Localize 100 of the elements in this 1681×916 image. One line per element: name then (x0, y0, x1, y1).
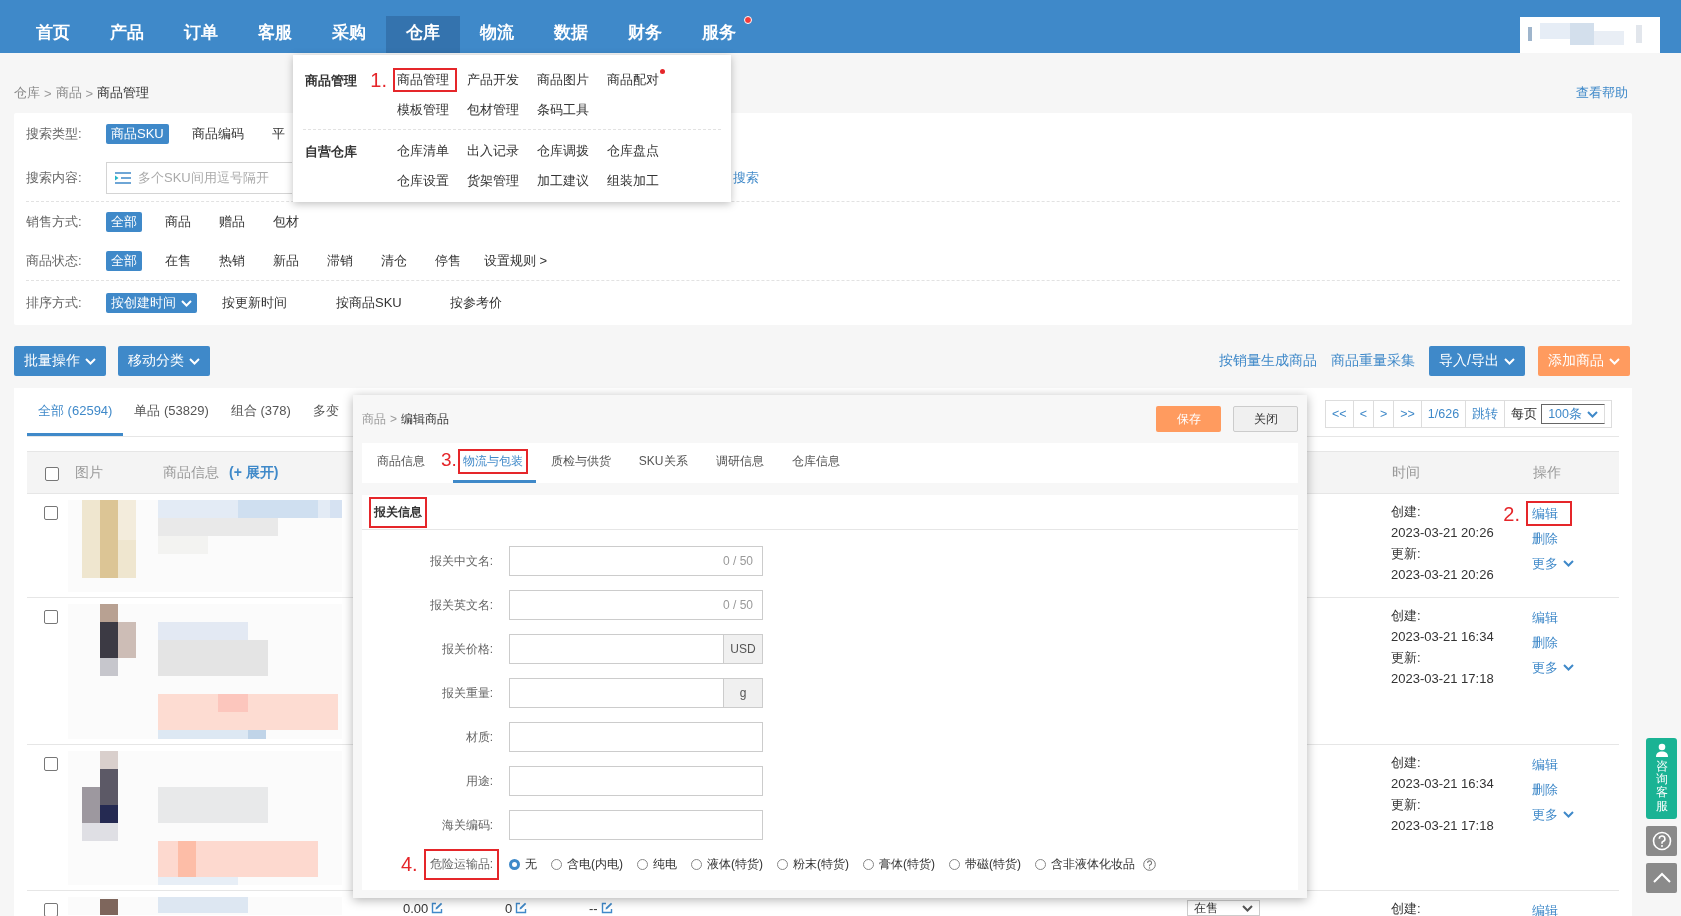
breadcrumb-link[interactable]: 商品 (55, 84, 82, 102)
filter-option[interactable]: 停售 (430, 251, 466, 271)
radio-button[interactable] (691, 858, 702, 870)
close-button[interactable]: 关闭 (1233, 406, 1298, 432)
expand-link[interactable]: (+ 展开) (229, 463, 279, 480)
filter-option[interactable]: 全部 (106, 212, 142, 232)
menu-item[interactable]: 加工建议 (533, 169, 597, 193)
input-field[interactable] (509, 766, 763, 796)
filter-option[interactable]: 按创建时间 (106, 293, 197, 313)
nav-item[interactable]: 订单 (164, 0, 238, 53)
filter-option[interactable]: 商品编码 (186, 124, 249, 144)
menu-item[interactable]: 商品图片 (533, 68, 597, 92)
filter-option[interactable]: 商品SKU (106, 124, 169, 144)
filter-option[interactable]: 按参考价 (445, 293, 539, 313)
pagination-button[interactable]: << (1326, 401, 1354, 427)
action-link[interactable]: 编辑 (1530, 605, 1573, 630)
more-link[interactable]: 更多 (1530, 655, 1589, 680)
tab[interactable]: 组合 (378) (219, 388, 302, 436)
breadcrumb-link[interactable]: 仓库 (14, 84, 40, 102)
menu-item[interactable]: 商品配对 (603, 68, 667, 92)
dropdown-button[interactable]: 添加商品 (1538, 346, 1630, 376)
menu-item[interactable]: 仓库盘点 (603, 139, 667, 163)
save-button[interactable]: 保存 (1156, 406, 1221, 432)
nav-item[interactable]: 服务 (682, 0, 756, 53)
menu-item[interactable]: 条码工具 (533, 98, 597, 122)
filter-option[interactable]: 赠品 (214, 212, 250, 232)
nav-item[interactable]: 数据 (534, 0, 608, 53)
nav-item[interactable]: 物流 (460, 0, 534, 53)
search-field[interactable]: 多个SKU间用逗号隔开 (106, 162, 292, 194)
action-link[interactable]: 删除 (1530, 526, 1573, 551)
consult-button[interactable]: 咨询客服 (1646, 738, 1677, 819)
filter-option[interactable]: 按商品SKU (331, 293, 425, 313)
menu-item[interactable]: 货架管理 (463, 169, 527, 193)
filter-option[interactable]: 平 (266, 124, 290, 144)
tab[interactable]: 仓库信息 (778, 443, 853, 483)
checkbox[interactable] (44, 609, 58, 624)
menu-item[interactable]: 仓库调拨 (533, 139, 597, 163)
action-link[interactable]: 删除 (1530, 777, 1573, 802)
radio-button[interactable] (637, 858, 648, 870)
checkbox[interactable] (44, 902, 58, 916)
nav-item[interactable]: 采购 (312, 0, 386, 53)
filter-option[interactable]: 滞销 (322, 251, 358, 271)
filter-option[interactable]: 商品 (160, 212, 196, 232)
menu-item[interactable]: 产品开发 (463, 68, 527, 92)
checkbox[interactable] (45, 466, 59, 481)
tab[interactable]: 质检与供货 (537, 443, 624, 483)
dropdown-button[interactable]: 导入/导出 (1429, 346, 1525, 376)
radio-button[interactable] (509, 858, 520, 870)
pagination-button[interactable]: > (1373, 401, 1395, 427)
action-link[interactable]: 编辑 (1530, 898, 1573, 916)
filter-option[interactable]: 包材 (268, 212, 304, 232)
help-icon[interactable] (1143, 857, 1156, 871)
toolbar-link[interactable]: 商品重量采集 (1331, 352, 1416, 370)
help-link[interactable]: 查看帮助 (1576, 84, 1628, 102)
filter-option[interactable]: 按更新时间 (217, 293, 311, 313)
action-link[interactable]: 编辑 (1526, 501, 1572, 526)
filter-option[interactable]: 热销 (214, 251, 250, 271)
input-field[interactable]: 0 / 50 (509, 590, 763, 620)
tab[interactable]: 全部 (62594) (27, 388, 124, 436)
input-field[interactable]: 0 / 50 (509, 546, 763, 576)
toolbar-link[interactable]: 按销量生成商品 (1219, 352, 1318, 370)
back-to-top-button[interactable] (1646, 862, 1677, 893)
per-page-select[interactable]: 100条 (1541, 404, 1605, 424)
tab[interactable]: 调研信息 (702, 443, 777, 483)
radio-button[interactable] (777, 858, 788, 870)
filter-option[interactable]: 全部 (106, 251, 142, 271)
edit-icon[interactable] (431, 902, 444, 914)
filter-option[interactable]: 清仓 (376, 251, 412, 271)
nav-item[interactable]: 首页 (16, 0, 90, 53)
nav-item[interactable]: 客服 (238, 0, 312, 53)
radio-button[interactable] (551, 858, 562, 870)
help-button[interactable] (1646, 825, 1677, 856)
menu-item[interactable]: 包材管理 (463, 98, 527, 122)
radio-button[interactable] (1035, 858, 1046, 870)
input-field[interactable]: USD (509, 634, 763, 664)
radio-button[interactable] (863, 858, 874, 870)
edit-icon[interactable] (600, 902, 613, 914)
more-link[interactable]: 更多 (1530, 802, 1589, 827)
tab[interactable]: 多变 (301, 388, 339, 436)
menu-item[interactable]: 出入记录 (463, 139, 527, 163)
nav-item[interactable]: 产品 (90, 0, 164, 53)
search-button[interactable]: 搜索 (733, 169, 759, 187)
filter-option[interactable]: 新品 (268, 251, 304, 271)
tab[interactable]: 单品 (53829) (123, 388, 220, 436)
tab[interactable]: 商品信息 (364, 443, 438, 483)
menu-item[interactable]: 仓库清单 (393, 139, 457, 163)
pagination-button[interactable]: < (1353, 401, 1374, 427)
status-select[interactable]: 在售 (1187, 900, 1260, 916)
breadcrumb-link[interactable]: 商品 (362, 411, 386, 426)
dropdown-button[interactable]: 批量操作 (14, 346, 106, 376)
checkbox[interactable] (44, 756, 58, 771)
menu-item[interactable]: 模板管理 (393, 98, 457, 122)
filter-option[interactable]: 在售 (160, 251, 196, 271)
settings-link[interactable]: 设置规则 > (484, 252, 548, 270)
pagination-button[interactable]: >> (1394, 401, 1422, 427)
radio-button[interactable] (949, 858, 960, 870)
more-link[interactable]: 更多 (1530, 551, 1589, 576)
tab[interactable]: SKU关系 (625, 443, 701, 483)
action-link[interactable]: 删除 (1530, 630, 1573, 655)
input-field[interactable] (509, 810, 763, 840)
